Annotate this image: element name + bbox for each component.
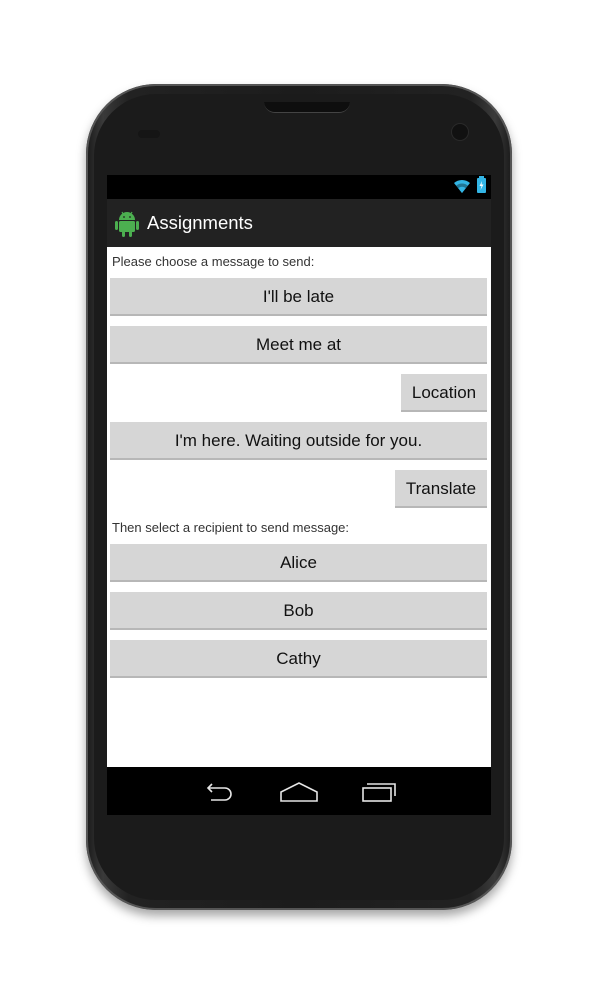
status-bar (107, 175, 491, 199)
im-here-button[interactable]: I'm here. Waiting outside for you. (110, 422, 487, 460)
main-content: Please choose a message to send: I'll be… (107, 247, 491, 767)
recipient-bob-button[interactable]: Bob (110, 592, 487, 630)
meet-me-at-button[interactable]: Meet me at (110, 326, 487, 364)
device-screen: Assignments Please choose a message to s… (107, 175, 491, 815)
proximity-sensor (138, 130, 160, 138)
recipients-label: Then select a recipient to send message: (112, 520, 350, 535)
app-title: Assignments (147, 212, 253, 233)
speaker-grille (264, 102, 350, 113)
translate-button[interactable]: Translate (395, 470, 487, 508)
recipient-alice-button[interactable]: Alice (110, 544, 487, 582)
action-bar: Assignments (107, 199, 491, 247)
battery-icon (477, 176, 486, 193)
front-camera (452, 124, 468, 140)
ill-be-late-button[interactable]: I'll be late (110, 278, 487, 316)
recents-icon[interactable] (359, 779, 399, 805)
android-icon (115, 211, 139, 237)
location-button[interactable]: Location (401, 374, 487, 412)
recipient-cathy-button[interactable]: Cathy (110, 640, 487, 678)
back-icon[interactable] (199, 779, 239, 805)
navigation-bar (107, 767, 491, 815)
messages-label: Please choose a message to send: (112, 254, 315, 269)
wifi-icon (454, 179, 470, 193)
home-icon[interactable] (279, 779, 319, 805)
